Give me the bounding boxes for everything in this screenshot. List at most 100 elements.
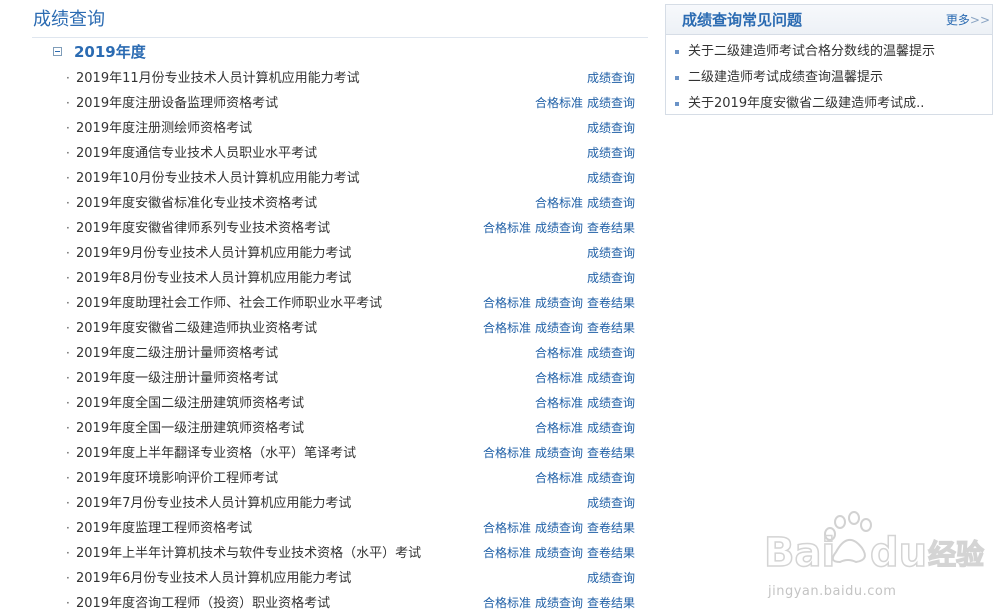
exam-name-link[interactable]: 2019年度二级注册计量师资格考试 <box>76 341 278 366</box>
exam-action-link[interactable]: 合格标准 <box>535 421 583 435</box>
exam-name-link[interactable]: 2019年度一级注册计量师资格考试 <box>76 366 278 391</box>
exam-action-link[interactable]: 查卷结果 <box>587 596 635 610</box>
watermark-url: jingyan.baidu.com <box>768 584 897 599</box>
exam-name-link[interactable]: 2019年度助理社会工作师、社会工作师职业水平考试 <box>76 291 382 316</box>
year-group-header[interactable]: 2019年度 <box>32 38 648 66</box>
exam-row: · 2019年度监理工程师资格考试 合格标准 成绩查询 查卷结果 <box>32 516 648 541</box>
page-title: 成绩查询 <box>32 0 648 38</box>
exam-name-link[interactable]: 2019年度上半年翻译专业资格（水平）笔译考试 <box>76 441 356 466</box>
exam-name-link[interactable]: 2019年10月份专业技术人员计算机应用能力考试 <box>76 166 360 191</box>
exam-action-link[interactable]: 成绩查询 <box>587 471 635 485</box>
exam-actions: 合格标准 成绩查询 <box>531 341 635 366</box>
exam-action-link[interactable]: 合格标准 <box>483 221 531 235</box>
exam-name-link[interactable]: 2019年度注册测绘师资格考试 <box>76 116 252 141</box>
bullet-icon: · <box>66 346 70 360</box>
exam-action-link[interactable]: 合格标准 <box>535 371 583 385</box>
exam-name-link[interactable]: 2019年度监理工程师资格考试 <box>76 516 252 541</box>
exam-action-link[interactable]: 成绩查询 <box>587 121 635 135</box>
exam-name-link[interactable]: 2019年度环境影响评价工程师考试 <box>76 466 278 491</box>
exam-actions: 合格标准 成绩查询 查卷结果 <box>479 316 635 341</box>
more-label: 更多 <box>945 13 970 27</box>
exam-action-link[interactable]: 成绩查询 <box>587 571 635 585</box>
exam-action-link[interactable]: 合格标准 <box>483 546 531 560</box>
exam-action-link[interactable]: 查卷结果 <box>587 446 635 460</box>
square-bullet-icon <box>675 50 679 54</box>
exam-row: · 2019年度上半年翻译专业资格（水平）笔译考试 合格标准 成绩查询 查卷结果 <box>32 441 648 466</box>
exam-action-link[interactable]: 成绩查询 <box>587 271 635 285</box>
collapse-icon[interactable] <box>53 47 62 56</box>
exam-action-link[interactable]: 成绩查询 <box>535 546 583 560</box>
exam-row: · 2019年6月份专业技术人员计算机应用能力考试 成绩查询 <box>32 566 648 591</box>
exam-row: · 2019年8月份专业技术人员计算机应用能力考试 成绩查询 <box>32 266 648 291</box>
exam-row: · 2019年度助理社会工作师、社会工作师职业水平考试 合格标准 成绩查询 查卷结果 <box>32 291 648 316</box>
exam-action-link[interactable]: 合格标准 <box>535 196 583 210</box>
exam-action-link[interactable]: 查卷结果 <box>587 221 635 235</box>
exam-action-link[interactable]: 成绩查询 <box>587 421 635 435</box>
exam-name-link[interactable]: 2019年度注册设备监理师资格考试 <box>76 91 278 116</box>
exam-actions: 合格标准 成绩查询 <box>531 391 635 416</box>
exam-name-link[interactable]: 2019年度安徽省二级建造师执业资格考试 <box>76 316 317 341</box>
exam-name-link[interactable]: 2019年9月份专业技术人员计算机应用能力考试 <box>76 241 351 266</box>
exam-name-link[interactable]: 2019年度全国二级注册建筑师资格考试 <box>76 391 304 416</box>
exam-action-link[interactable]: 合格标准 <box>535 471 583 485</box>
exam-action-link[interactable]: 合格标准 <box>483 321 531 335</box>
page: 成绩查询 2019年度 · 2019年11月份专业技术人员计算机应用能力考试 成绩查… <box>0 0 1000 616</box>
exam-action-link[interactable]: 成绩查询 <box>587 96 635 110</box>
exam-action-link[interactable]: 成绩查询 <box>535 596 583 610</box>
faq-item-label: 关于二级建造师考试合格分数线的温馨提示 <box>688 44 936 59</box>
exam-actions: 成绩查询 <box>583 491 635 516</box>
faq-header: 成绩查询常见问题 更多>> <box>666 5 992 35</box>
exam-action-link[interactable]: 合格标准 <box>483 296 531 310</box>
exam-row: · 2019年上半年计算机技术与软件专业技术资格（水平）考试 合格标准 成绩查询 查卷结… <box>32 541 648 566</box>
exam-name-link[interactable]: 2019年8月份专业技术人员计算机应用能力考试 <box>76 266 351 291</box>
exam-action-link[interactable]: 合格标准 <box>535 346 583 360</box>
faq-panel: 成绩查询常见问题 更多>> 关于二级建造师考试合格分数线的温馨提示二级建造师考试… <box>665 4 993 115</box>
exam-action-link[interactable]: 合格标准 <box>483 521 531 535</box>
exam-name-link[interactable]: 2019年度安徽省标准化专业技术资格考试 <box>76 191 317 216</box>
exam-action-link[interactable]: 查卷结果 <box>587 521 635 535</box>
exam-name-link[interactable]: 2019年6月份专业技术人员计算机应用能力考试 <box>76 566 351 591</box>
exam-actions: 合格标准 成绩查询 <box>531 366 635 391</box>
exam-actions: 合格标准 成绩查询 查卷结果 <box>479 216 635 241</box>
exam-action-link[interactable]: 查卷结果 <box>587 546 635 560</box>
exam-action-link[interactable]: 成绩查询 <box>587 171 635 185</box>
exam-row: · 2019年度安徽省二级建造师执业资格考试 合格标准 成绩查询 查卷结果 <box>32 316 648 341</box>
exam-action-link[interactable]: 成绩查询 <box>587 346 635 360</box>
exam-action-link[interactable]: 成绩查询 <box>587 196 635 210</box>
exam-name-link[interactable]: 2019年11月份专业技术人员计算机应用能力考试 <box>76 66 360 91</box>
bullet-icon: · <box>66 371 70 385</box>
exam-action-link[interactable]: 合格标准 <box>535 396 583 410</box>
faq-item[interactable]: 关于2019年度安徽省二级建造师考试成.. <box>666 91 992 117</box>
exam-action-link[interactable]: 成绩查询 <box>587 246 635 260</box>
exam-action-link[interactable]: 成绩查询 <box>535 446 583 460</box>
exam-action-link[interactable]: 成绩查询 <box>535 321 583 335</box>
more-link[interactable]: 更多>> <box>946 5 990 35</box>
exam-name-link[interactable]: 2019年上半年计算机技术与软件专业技术资格（水平）考试 <box>76 541 421 566</box>
exam-action-link[interactable]: 成绩查询 <box>535 521 583 535</box>
faq-item[interactable]: 关于二级建造师考试合格分数线的温馨提示 <box>666 39 992 65</box>
bullet-icon: · <box>66 496 70 510</box>
exam-action-link[interactable]: 成绩查询 <box>587 496 635 510</box>
exam-name-link[interactable]: 2019年度咨询工程师（投资）职业资格考试 <box>76 591 330 616</box>
exam-action-link[interactable]: 合格标准 <box>483 446 531 460</box>
baidu-logo-icon: Bai du 经验 <box>763 511 985 577</box>
exam-actions: 成绩查询 <box>583 241 635 266</box>
exam-action-link[interactable]: 查卷结果 <box>587 296 635 310</box>
exam-action-link[interactable]: 查卷结果 <box>587 321 635 335</box>
exam-action-link[interactable]: 成绩查询 <box>587 396 635 410</box>
exam-action-link[interactable]: 成绩查询 <box>587 371 635 385</box>
exam-row: · 2019年度一级注册计量师资格考试 合格标准 成绩查询 <box>32 366 648 391</box>
exam-action-link[interactable]: 成绩查询 <box>535 221 583 235</box>
exam-action-link[interactable]: 合格标准 <box>535 96 583 110</box>
exam-name-link[interactable]: 2019年度全国一级注册建筑师资格考试 <box>76 416 304 441</box>
bullet-icon: · <box>66 546 70 560</box>
exam-action-link[interactable]: 成绩查询 <box>535 296 583 310</box>
faq-item[interactable]: 二级建造师考试成绩查询温馨提示 <box>666 65 992 91</box>
exam-name-link[interactable]: 2019年度通信专业技术人员职业水平考试 <box>76 141 317 166</box>
exam-row: · 2019年度安徽省律师系列专业技术资格考试 合格标准 成绩查询 查卷结果 <box>32 216 648 241</box>
exam-name-link[interactable]: 2019年7月份专业技术人员计算机应用能力考试 <box>76 491 351 516</box>
exam-action-link[interactable]: 成绩查询 <box>587 146 635 160</box>
exam-name-link[interactable]: 2019年度安徽省律师系列专业技术资格考试 <box>76 216 330 241</box>
exam-action-link[interactable]: 合格标准 <box>483 596 531 610</box>
exam-action-link[interactable]: 成绩查询 <box>587 71 635 85</box>
